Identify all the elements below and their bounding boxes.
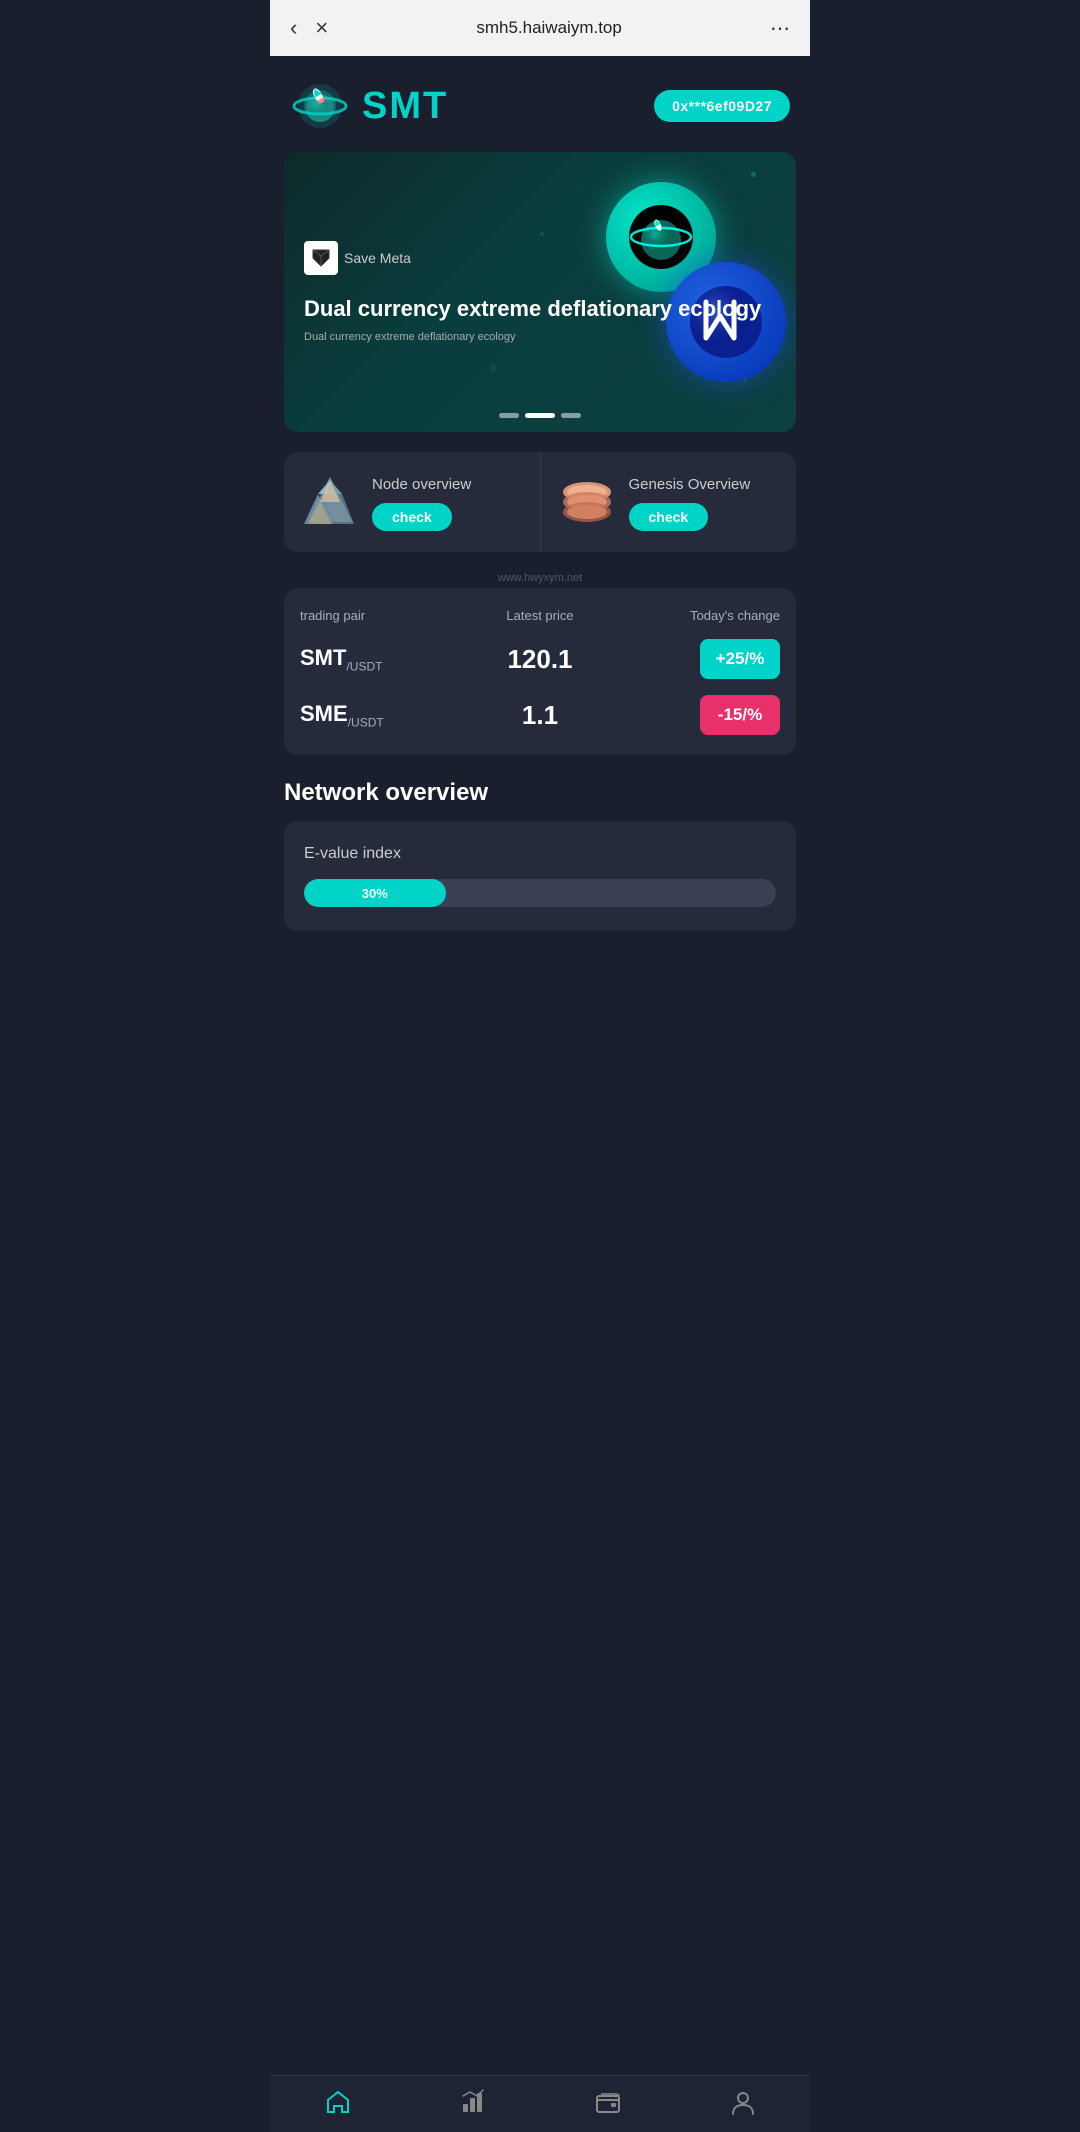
- sme-price: 1.1: [460, 700, 620, 731]
- close-button[interactable]: ×: [315, 15, 328, 41]
- overview-section: Node overview check Genesis Overvi: [284, 452, 796, 552]
- genesis-check-button[interactable]: check: [629, 503, 709, 531]
- nav-item-wallet[interactable]: [594, 2088, 622, 2116]
- trading-row-smt[interactable]: SMT/USDT 120.1 +25/%: [300, 639, 780, 679]
- bottom-nav: [270, 2075, 810, 2132]
- sme-change-badge: -15/%: [700, 695, 780, 735]
- nav-item-chart[interactable]: [459, 2088, 487, 2116]
- banner-logo-small: Save Meta: [304, 241, 776, 275]
- sme-pair-name: SME/USDT: [300, 701, 460, 729]
- chart-icon: [459, 2088, 487, 2116]
- banner-dot-1[interactable]: [499, 413, 519, 418]
- banner-left: Save Meta Dual currency extreme deflatio…: [304, 241, 776, 344]
- watermark: www.hwyxym.net: [270, 572, 810, 584]
- profile-icon: [729, 2088, 757, 2116]
- wallet-icon: [594, 2088, 622, 2116]
- more-button[interactable]: ⋯: [770, 16, 790, 41]
- browser-nav-buttons[interactable]: ‹ ×: [290, 15, 328, 41]
- banner-content: Save Meta Dual currency extreme deflatio…: [284, 152, 796, 432]
- node-overview-label: Node overview: [372, 474, 524, 495]
- node-check-button[interactable]: check: [372, 503, 452, 531]
- node-overview-card: Node overview check: [284, 452, 541, 552]
- genesis-overview-icon: [557, 472, 617, 532]
- logo-title: SMT: [362, 85, 448, 128]
- logo-icon: [290, 76, 350, 136]
- wallet-address-badge[interactable]: 0x***6ef09D27: [654, 90, 790, 122]
- header-section: SMT 0x***6ef09D27: [270, 56, 810, 152]
- trading-col-price: Latest price: [460, 608, 620, 623]
- network-overview-title: Network overview: [270, 779, 810, 821]
- smt-change-badge: +25/%: [700, 639, 780, 679]
- save-meta-logo-icon: [304, 241, 338, 275]
- banner-dot-3[interactable]: [561, 413, 581, 418]
- node-overview-text: Node overview check: [372, 474, 524, 531]
- smt-change: +25/%: [620, 639, 780, 679]
- browser-bar: ‹ × smh5.haiwaiym.top ⋯: [270, 0, 810, 56]
- smt-price: 120.1: [460, 644, 620, 675]
- trading-row-sme[interactable]: SME/USDT 1.1 -15/%: [300, 695, 780, 735]
- banner-subtitle: Dual currency extreme deflationary ecolo…: [304, 331, 776, 343]
- node-overview-icon: [300, 472, 360, 532]
- genesis-overview-card: Genesis Overview check: [541, 452, 797, 552]
- main-content: SMT 0x***6ef09D27 Save Met: [270, 56, 810, 1035]
- nav-item-home[interactable]: [324, 2088, 352, 2116]
- evalue-progress-container: 30%: [304, 879, 776, 907]
- genesis-overview-label: Genesis Overview: [629, 474, 781, 495]
- banner-title: Dual currency extreme deflationary ecolo…: [304, 295, 776, 324]
- nav-item-profile[interactable]: [729, 2088, 757, 2116]
- evalue-progress-fill: 30%: [304, 879, 446, 907]
- trading-section: trading pair Latest price Today's change…: [284, 588, 796, 755]
- banner-dot-2[interactable]: [525, 413, 555, 418]
- url-bar[interactable]: smh5.haiwaiym.top: [328, 18, 770, 38]
- sme-change: -15/%: [620, 695, 780, 735]
- banner-section: Save Meta Dual currency extreme deflatio…: [284, 152, 796, 432]
- back-button[interactable]: ‹: [290, 15, 297, 41]
- network-section: E-value index 30%: [284, 821, 796, 931]
- trading-col-pair: trading pair: [300, 608, 460, 623]
- home-icon: [324, 2088, 352, 2116]
- genesis-overview-text: Genesis Overview check: [629, 474, 781, 531]
- trading-col-change: Today's change: [620, 608, 780, 623]
- banner-dots: [499, 413, 581, 418]
- smt-pair-name: SMT/USDT: [300, 645, 460, 673]
- logo-area: SMT: [290, 76, 448, 136]
- trading-header: trading pair Latest price Today's change: [300, 608, 780, 623]
- evalue-label: E-value index: [304, 845, 776, 863]
- banner-logo-text: Save Meta: [344, 250, 411, 266]
- evalue-progress-label: 30%: [362, 886, 388, 901]
